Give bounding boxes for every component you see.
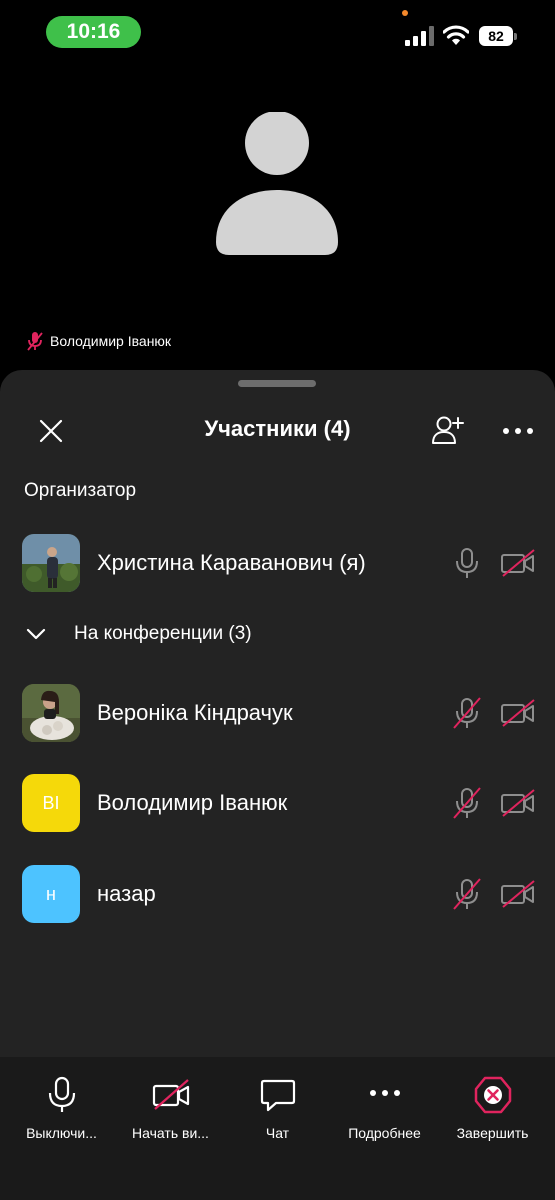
meeting-toolbar: Выключи... Начать ви... Чат Подробнее За… bbox=[0, 1057, 555, 1200]
mic-off-icon[interactable] bbox=[452, 877, 482, 911]
speaker-name-tag: Володимир Іванюк bbox=[26, 331, 171, 351]
conference-section-label: На конференции (3) bbox=[74, 623, 252, 644]
more-label: Подробнее bbox=[348, 1125, 421, 1141]
chat-label: Чат bbox=[265, 1125, 290, 1141]
avatar-initials: ВІ bbox=[42, 792, 60, 813]
start-video-label: Начать ви... bbox=[132, 1125, 209, 1141]
mic-muted-icon bbox=[27, 332, 43, 351]
camera-off-icon[interactable] bbox=[500, 879, 536, 909]
camera-off-icon bbox=[152, 1079, 189, 1110]
start-video-button[interactable]: Начать ви... bbox=[115, 1075, 226, 1141]
speaker-name: Володимир Іванюк bbox=[50, 333, 172, 349]
privacy-indicator-dot bbox=[402, 10, 408, 16]
mic-off-icon[interactable] bbox=[452, 786, 482, 820]
avatar-initials: н bbox=[46, 883, 56, 904]
cellular-signal-icon bbox=[405, 26, 434, 46]
camera-off-icon[interactable] bbox=[500, 548, 536, 578]
battery-level: 82 bbox=[479, 26, 513, 46]
conference-section-toggle[interactable]: На конференции (3) bbox=[24, 622, 252, 646]
more-dots-icon bbox=[369, 1090, 400, 1096]
chat-button[interactable]: Чат bbox=[222, 1075, 333, 1141]
chevron-down-icon bbox=[26, 628, 46, 640]
end-call-icon bbox=[474, 1076, 511, 1114]
active-speaker-video[interactable]: Володимир Іванюк bbox=[0, 64, 555, 374]
mute-label: Выключи... bbox=[26, 1125, 97, 1141]
add-participant-icon[interactable] bbox=[429, 412, 465, 448]
default-avatar-icon bbox=[216, 112, 338, 255]
microphone-icon bbox=[48, 1076, 75, 1112]
avatar: ВІ bbox=[22, 774, 80, 832]
camera-off-icon[interactable] bbox=[500, 788, 536, 818]
chat-bubble-icon bbox=[260, 1079, 295, 1112]
mute-button[interactable]: Выключи... bbox=[6, 1075, 117, 1141]
host-section-header: Организатор bbox=[24, 480, 137, 501]
sheet-header: Участники (4) bbox=[0, 402, 555, 458]
status-time: 10:16 bbox=[46, 16, 141, 48]
participant-name: назар bbox=[97, 881, 156, 906]
avatar: н bbox=[22, 865, 80, 923]
participant-row[interactable]: ВІ Володимир Іванюк bbox=[0, 772, 555, 832]
participant-row[interactable]: Вероніка Кіндрачук bbox=[0, 682, 555, 742]
mic-off-icon[interactable] bbox=[452, 696, 482, 730]
participant-photo bbox=[22, 684, 80, 742]
sheet-grabber[interactable] bbox=[238, 380, 316, 387]
end-meeting-button[interactable]: Завершить bbox=[437, 1075, 548, 1141]
avatar bbox=[22, 684, 80, 742]
avatar bbox=[22, 534, 80, 592]
end-label: Завершить bbox=[456, 1125, 529, 1141]
participant-row[interactable]: н назар bbox=[0, 863, 555, 923]
more-options-icon[interactable] bbox=[500, 416, 536, 446]
participant-name: Володимир Іванюк bbox=[97, 790, 288, 815]
more-button[interactable]: Подробнее bbox=[329, 1075, 440, 1141]
wifi-icon bbox=[443, 25, 469, 45]
battery-indicator: 82 bbox=[479, 26, 517, 46]
status-bar: 10:16 82 bbox=[0, 0, 555, 64]
mic-on-icon[interactable] bbox=[452, 546, 482, 580]
camera-off-icon[interactable] bbox=[500, 698, 536, 728]
host-photo bbox=[22, 534, 80, 592]
participant-row-host[interactable]: Христина Караванович (я) bbox=[0, 532, 555, 592]
participant-name: Вероніка Кіндрачук bbox=[97, 700, 293, 725]
sheet-title: Участники (4) bbox=[204, 416, 351, 441]
battery-tip bbox=[514, 33, 517, 40]
participant-name: Христина Караванович (я) bbox=[97, 550, 366, 575]
